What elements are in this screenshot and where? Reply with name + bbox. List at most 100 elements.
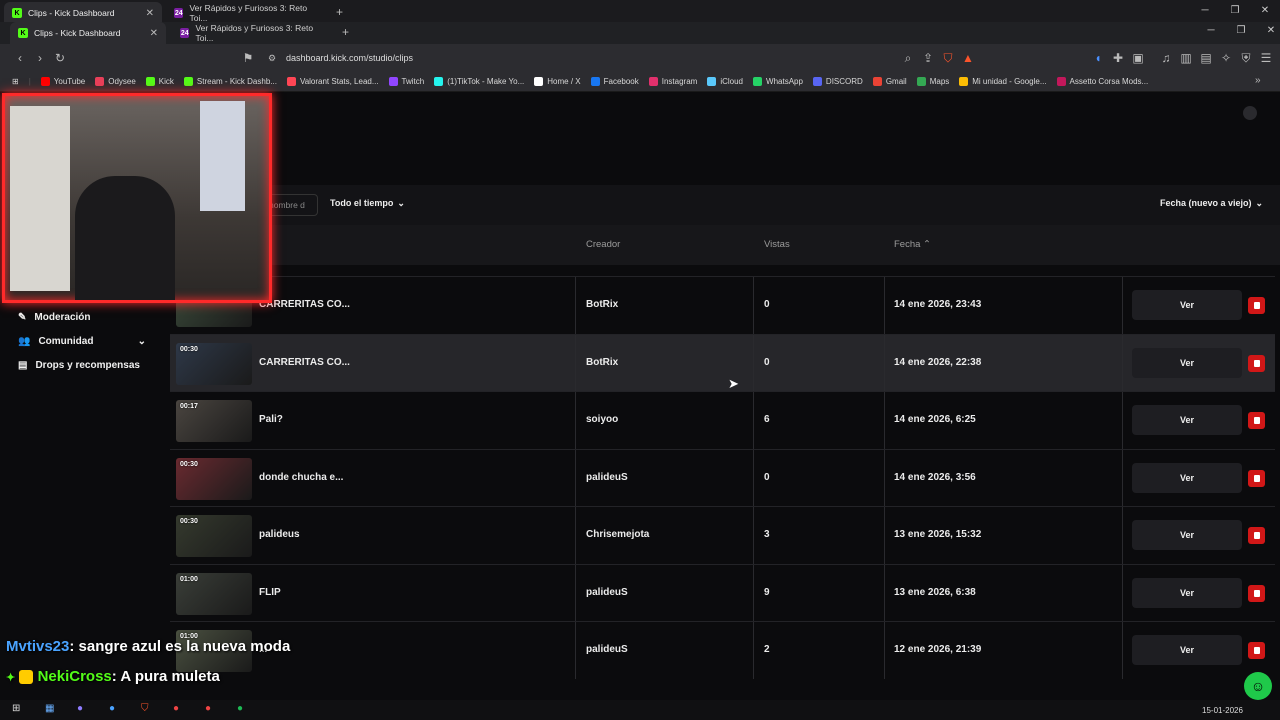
table-row[interactable]: 00:30 CARRERITAS CO... BotRix 0 14 ene 2026,… — [170, 333, 1275, 392]
delete-clip-button[interactable] — [1248, 354, 1265, 372]
bookmark-item[interactable]: (1)TikTok - Make Yo... — [429, 77, 529, 86]
reload-icon[interactable]: ↻ — [50, 51, 70, 65]
share-icon[interactable]: ⇪ — [918, 51, 938, 65]
clip-title[interactable]: palideus — [259, 529, 300, 540]
close-tab-icon[interactable]: ✕ — [150, 28, 158, 39]
sidebar-item-drops[interactable]: ▤ Drops y recompensas — [0, 353, 170, 377]
delete-clip-button[interactable] — [1248, 584, 1265, 602]
view-clip-button[interactable]: Ver — [1132, 290, 1242, 320]
maximize-icon[interactable]: ❐ — [1220, 5, 1250, 16]
delete-clip-button[interactable] — [1248, 297, 1265, 314]
view-clip-button[interactable]: Ver — [1132, 405, 1242, 435]
close-window-icon[interactable]: ✕ — [1256, 25, 1280, 36]
music-icon[interactable]: ♫ — [1156, 51, 1176, 65]
view-clip-button[interactable]: Ver — [1132, 577, 1242, 608]
zoom-icon[interactable]: ⌕ — [898, 51, 918, 66]
bookmark-item[interactable]: Stream - Kick Dashb... — [179, 77, 282, 86]
clip-thumbnail[interactable]: 01:00 — [176, 572, 252, 615]
bookmark-item[interactable]: Mi unidad - Google... — [954, 77, 1051, 86]
bookmark-icon[interactable]: ⚑ — [238, 51, 258, 65]
menu-icon[interactable]: ☰ — [1256, 51, 1276, 65]
brave-shield-icon[interactable]: ⛉ — [938, 51, 958, 66]
spotify-icon[interactable]: ● — [237, 703, 243, 714]
bookmark-item[interactable]: Twitch — [384, 77, 430, 86]
delete-clip-button[interactable] — [1248, 412, 1265, 429]
sidebar-toggle-icon[interactable]: ▥ — [1176, 51, 1196, 65]
time-filter-dropdown[interactable]: Todo el tiempo ⌄ — [330, 198, 405, 209]
bookmark-item[interactable]: Valorant Stats, Lead... — [282, 77, 384, 86]
table-row[interactable]: 00:30 palideus Chrisemejota 3 13 ene 2026, 1… — [170, 506, 1275, 564]
header-creator[interactable]: Creador — [586, 239, 620, 250]
bookmark-item[interactable]: Gmail — [868, 77, 912, 86]
clip-title[interactable]: CARRERITAS CO... — [259, 357, 350, 368]
close-tab-icon[interactable]: ✕ — [146, 8, 154, 19]
table-row[interactable]: 01:00... palideuS 2 12 ene 2026, 21:39 Ver — [170, 621, 1275, 679]
view-clip-button[interactable]: Ver — [1132, 347, 1242, 378]
explorer-icon[interactable]: ▦ — [45, 703, 54, 714]
sidebar-item-moderacion[interactable]: ✎ Moderación — [0, 305, 170, 329]
screenshot-icon[interactable]: ▣ — [1128, 51, 1148, 65]
tab-movie-2[interactable]: 24 Ver Rápidos y Furiosos 3: Reto Toi... — [172, 22, 334, 44]
support-chat-icon[interactable]: ☺ — [1244, 672, 1272, 700]
bookmark-item[interactable]: Assetto Corsa Mods... — [1052, 77, 1154, 86]
sidebar-item-comunidad[interactable]: 👥 Comunidad ⌄ — [0, 329, 170, 353]
tab-clips-2[interactable]: K Clips - Kick Dashboard ✕ — [10, 22, 166, 44]
brave-icon[interactable]: ⛉ — [141, 703, 149, 714]
forward-icon[interactable]: › — [30, 51, 50, 65]
bookmark-item[interactable]: Home / X — [529, 77, 585, 86]
wallet-icon[interactable]: ▤ — [1196, 51, 1216, 65]
table-row[interactable]: CARRERITAS CO... BotRix 0 14 ene 2026, 23:4… — [170, 276, 1275, 334]
audio-icon[interactable]: ◖ — [1088, 51, 1108, 65]
bookmark-item[interactable]: Odysee — [90, 77, 141, 86]
bookmark-item[interactable]: Kick — [141, 77, 179, 86]
clip-title[interactable]: FLIP — [259, 587, 281, 598]
maximize-icon[interactable]: ❐ — [1226, 25, 1256, 36]
avatar[interactable] — [1243, 106, 1257, 120]
bookmark-item[interactable]: WhatsApp — [748, 77, 808, 86]
back-icon[interactable]: ‹ — [10, 51, 30, 65]
new-tab-icon[interactable]: + — [342, 25, 349, 39]
delete-clip-button[interactable] — [1248, 642, 1265, 659]
header-date[interactable]: Fecha ⌃ — [894, 239, 931, 250]
rewards-icon[interactable]: ▲ — [958, 51, 978, 65]
clip-title[interactable]: donde chucha e... — [259, 472, 343, 483]
clip-title[interactable]: Pali? — [259, 414, 283, 425]
site-info-icon[interactable]: ⚙ — [262, 53, 282, 64]
app-icon[interactable]: ● — [77, 703, 83, 714]
view-clip-button[interactable]: Ver — [1132, 462, 1242, 493]
table-row[interactable]: 01:00 FLIP palideuS 9 13 ene 2026, 6:38 Ver — [170, 563, 1275, 622]
minimize-icon[interactable]: ─ — [1196, 25, 1226, 36]
clip-thumbnail[interactable]: 00:30 — [176, 342, 252, 385]
table-row[interactable]: 00:30 donde chucha e... palideuS 0 14 ene 20… — [170, 448, 1275, 507]
app-icon[interactable]: ● — [173, 703, 179, 714]
new-tab-icon[interactable]: + — [336, 5, 343, 19]
header-views[interactable]: Vistas — [764, 239, 790, 250]
minimize-icon[interactable]: ─ — [1190, 5, 1220, 16]
close-window-icon[interactable]: ✕ — [1250, 5, 1280, 16]
clip-title[interactable]: CARRERITAS CO... — [259, 299, 350, 310]
clip-thumbnail[interactable]: 00:17 — [176, 400, 252, 442]
tab-movie[interactable]: 24 Ver Rápidos y Furiosos 3: Reto Toi... — [166, 2, 328, 24]
leo-icon[interactable]: ✧ — [1216, 51, 1236, 65]
tab-clips[interactable]: K Clips - Kick Dashboard ✕ — [4, 2, 162, 24]
more-bookmarks-icon[interactable]: » — [1255, 75, 1261, 86]
start-icon[interactable]: ⊞ — [12, 703, 20, 714]
table-row[interactable]: 00:17 Pali? soiyoo 6 14 ene 2026, 6:25 Ver — [170, 391, 1275, 449]
bookmark-item[interactable]: iCloud — [702, 77, 748, 86]
app-icon[interactable]: ● — [109, 703, 115, 714]
clip-thumbnail[interactable]: 00:30 — [176, 515, 252, 557]
view-clip-button[interactable]: Ver — [1132, 520, 1242, 550]
apps-grid-icon[interactable]: ⊞ — [0, 77, 24, 86]
app-icon[interactable]: ● — [205, 703, 211, 714]
url-field[interactable]: dashboard.kick.com/studio/clips — [286, 53, 413, 63]
view-clip-button[interactable]: Ver — [1132, 635, 1242, 665]
extensions-icon[interactable]: ✚ — [1108, 51, 1128, 65]
bookmark-item[interactable]: Instagram — [644, 77, 703, 86]
delete-clip-button[interactable] — [1248, 469, 1265, 487]
bookmark-item[interactable]: DISCORD — [808, 77, 868, 86]
clip-thumbnail[interactable]: 00:30 — [176, 457, 252, 500]
delete-clip-button[interactable] — [1248, 527, 1265, 544]
bookmark-item[interactable]: YouTube — [36, 77, 90, 86]
bookmark-item[interactable]: Facebook — [586, 77, 644, 86]
bookmark-item[interactable]: Maps — [912, 77, 955, 86]
